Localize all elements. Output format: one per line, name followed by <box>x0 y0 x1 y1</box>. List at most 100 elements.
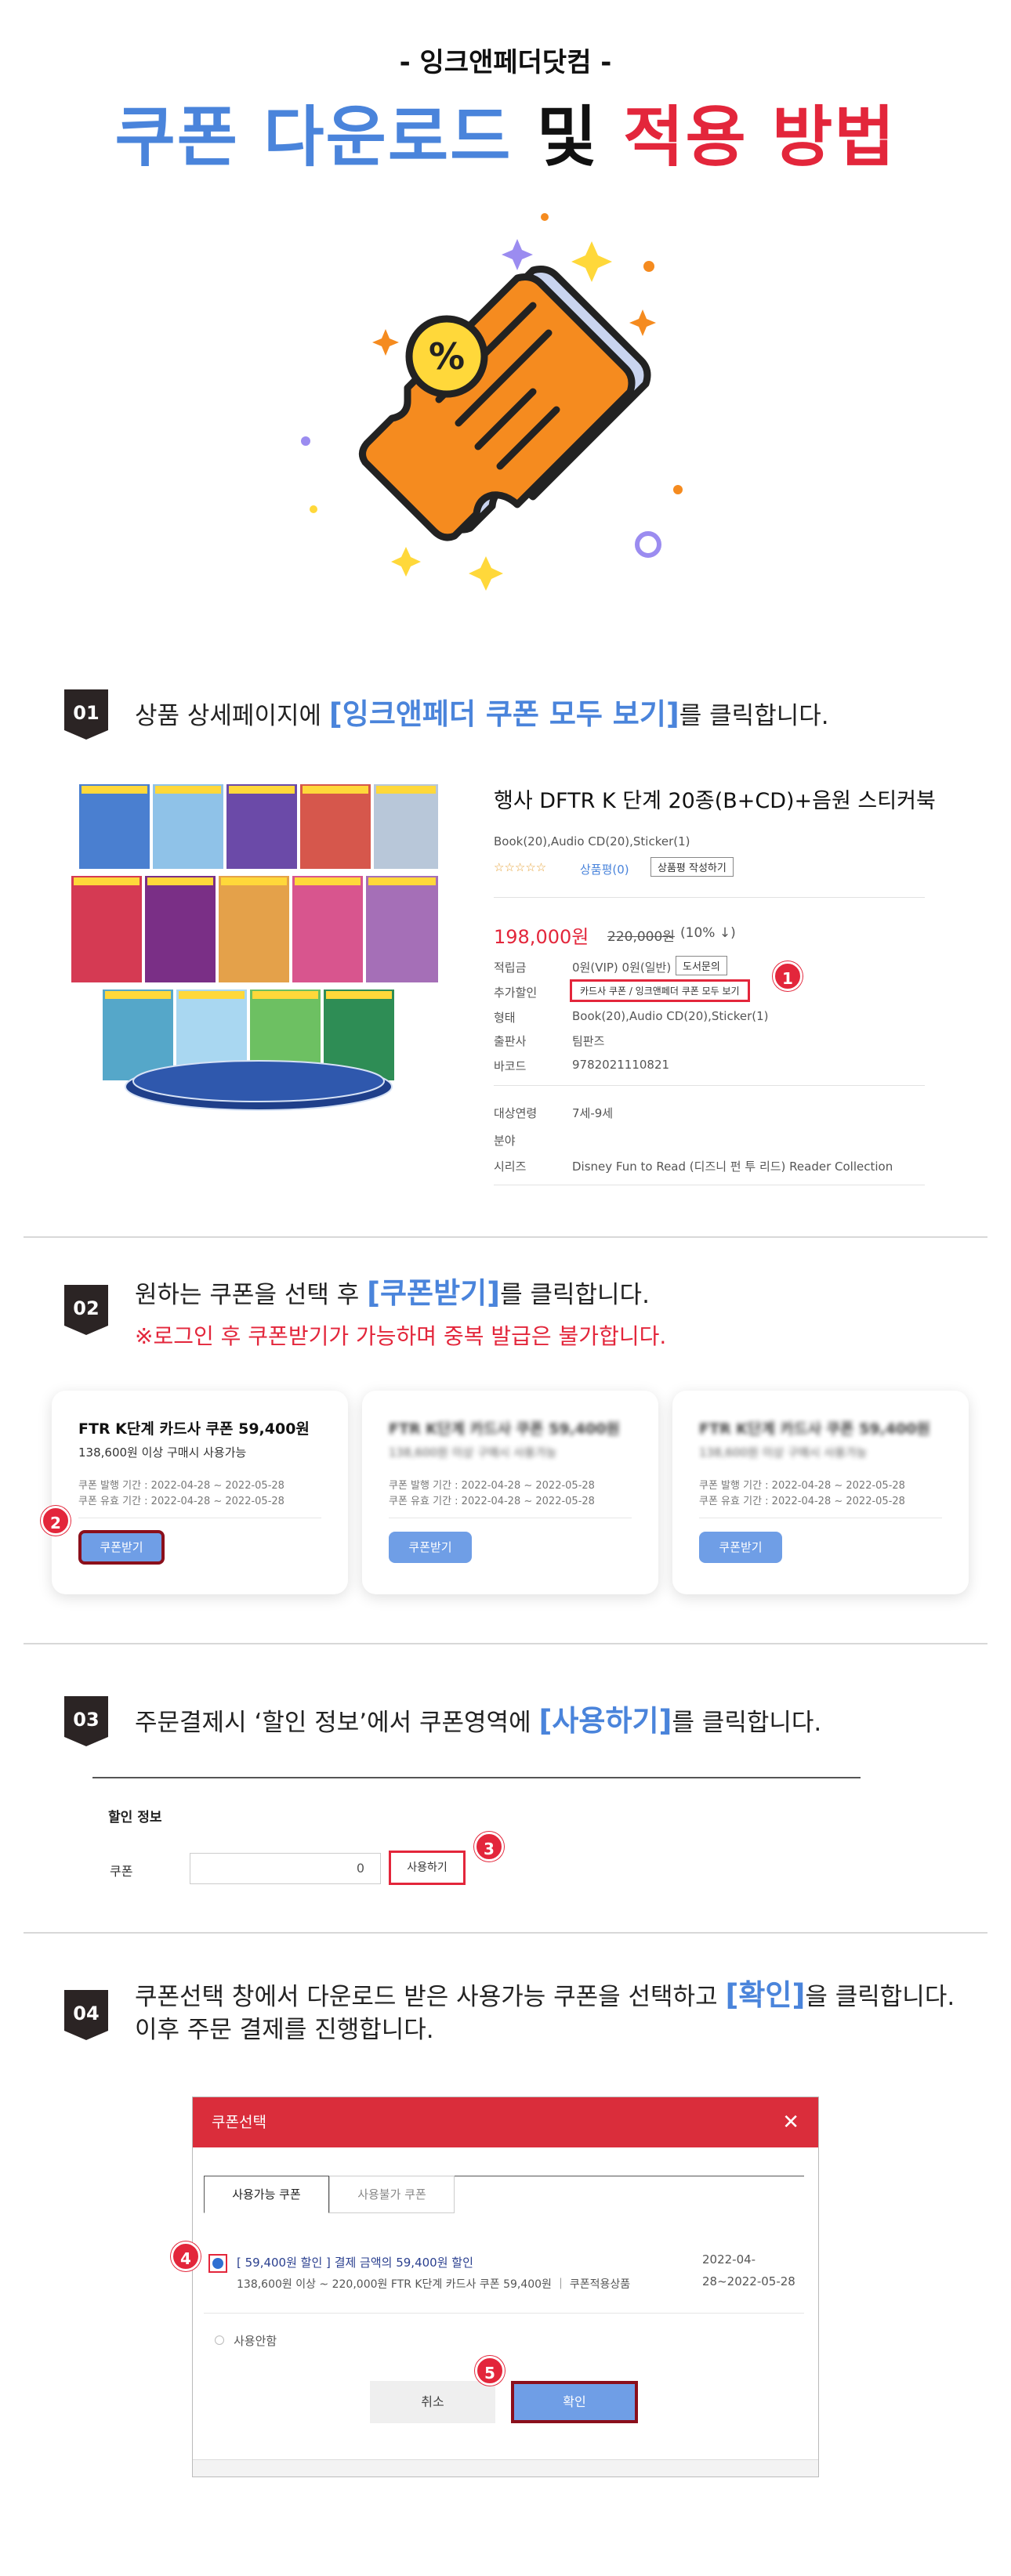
step-01-text-after: 를 클릭합니다. <box>679 702 829 730</box>
get-coupon-button[interactable]: 쿠폰받기 <box>389 1532 472 1563</box>
step-02-text-after: 를 클릭합니다. <box>500 1281 650 1309</box>
step-04-text-line2: 이후 주문 결제를 진행합니다. <box>135 2016 434 2044</box>
svg-text:04: 04 <box>73 2003 99 2024</box>
svg-text:03: 03 <box>73 1709 99 1731</box>
row-publisher: 출판사 팀판즈 <box>494 1034 605 1048</box>
original-price: 220,000원 <box>607 929 675 945</box>
step-04-instruction: 쿠폰선택 창에서 다운로드 받은 사용가능 쿠폰을 선택하고 [확인]을 클릭합… <box>135 1979 955 2013</box>
coupon-issue-period: 쿠폰 발행 기간 : 2022-04-28 ~ 2022-05-28 <box>699 1480 905 1492</box>
step-03-instruction: 주문결제시 ‘할인 정보’에서 쿠폰영역에 [사용하기]를 클릭합니다. <box>135 1705 821 1739</box>
product-price: 198,000원 <box>494 926 589 948</box>
product-spec: Book(20),Audio CD(20),Sticker(1) <box>494 834 690 848</box>
coupon-date-1: 2022-04- <box>702 2252 756 2267</box>
modal-scrollbar[interactable] <box>193 2459 818 2477</box>
row-extra-discount: 추가할인 <box>494 986 538 1000</box>
step-03-text: 주문결제시 ‘할인 정보’에서 쿠폰영역에 <box>135 1709 531 1737</box>
book-inquiry-button[interactable]: 도서문의 <box>676 956 727 975</box>
row-barcode: 바코드 9782021110821 <box>494 1058 670 1073</box>
no-use-radio[interactable] <box>215 2335 224 2345</box>
row-category: 분야 <box>494 1134 516 1148</box>
coupon-card: FTR K단계 카드사 쿠폰 59,400원 138,600원 이상 구매시 사… <box>362 1391 658 1594</box>
use-coupon-button[interactable]: 사용하기 <box>389 1851 466 1885</box>
coupon-valid-period: 쿠폰 유효 기간 : 2022-04-28 ~ 2022-05-28 <box>389 1496 595 1507</box>
step-01-text: 상품 상세페이지에 <box>135 702 322 730</box>
get-coupon-button[interactable]: 쿠폰받기 <box>78 1530 165 1565</box>
modal-header: 쿠폰선택 ✕ <box>193 2097 818 2147</box>
coupon-title: FTR K단계 카드사 쿠폰 59,400원 <box>78 1420 310 1438</box>
coupon-date-2: 28~2022-05-28 <box>702 2274 795 2288</box>
step-03-badge: 03 <box>64 1696 108 1746</box>
tab-unavailable[interactable]: 사용불가 쿠폰 <box>329 2176 455 2213</box>
step-marker-2: 2 <box>41 1506 71 1536</box>
coupon-condition: 138,600원 이상 구매시 사용가능 <box>78 1445 247 1460</box>
step-03-highlight: [사용하기] <box>538 1704 672 1738</box>
coupon-issue-period: 쿠폰 발행 기간 : 2022-04-28 ~ 2022-05-28 <box>389 1480 595 1492</box>
coupon-radio[interactable] <box>212 2258 223 2269</box>
rating-stars-icon: ☆☆☆☆☆ <box>494 860 547 874</box>
no-use-label: 사용안함 <box>234 2334 277 2348</box>
coupon-label: 쿠폰 <box>110 1864 133 1879</box>
step-02-highlight: [쿠폰받기] <box>367 1276 501 1310</box>
view-all-coupons-link[interactable]: 카드사 쿠폰 / 잉크앤페더 쿠폰 모두 보기 <box>570 979 750 1002</box>
step-02-text: 원하는 쿠폰을 선택 후 <box>135 1281 360 1309</box>
step-04-text-after: 을 클릭합니다. <box>805 1983 955 2011</box>
divider <box>204 2313 804 2314</box>
login-warning: ※로그인 후 쿠폰받기가 가능하며 중복 발급은 불가합니다. <box>135 1323 667 1349</box>
confirm-button[interactable]: 확인 <box>511 2381 638 2423</box>
step-04-highlight: [확인] <box>725 1978 806 2012</box>
row-series: 시리즈 Disney Fun to Read (디즈니 펀 투 리드) Reade… <box>494 1160 893 1174</box>
discount-rate: (10% ↓) <box>680 925 736 941</box>
coupon-option[interactable]: [ 59,400원 할인 ] 결제 금액의 59,400원 할인 <box>237 2254 473 2270</box>
page-title: 쿠폰 다운로드 및 적용 방법 <box>0 85 1011 179</box>
step-02-badge: 02 <box>64 1285 108 1335</box>
discount-section-top-border <box>92 1777 861 1778</box>
section-divider <box>24 1932 987 1934</box>
coupon-title: FTR K단계 카드사 쿠폰 59,400원 <box>389 1420 620 1438</box>
review-count-link[interactable]: 상품평(0) <box>580 861 629 877</box>
cancel-button[interactable]: 취소 <box>370 2381 495 2423</box>
step-01-badge: 01 <box>64 689 108 740</box>
brand-title: - 잉크앤페더닷컴 - <box>399 47 612 78</box>
step-04-badge: 04 <box>64 1990 108 2040</box>
step-03-text-after: 를 클릭합니다. <box>672 1709 822 1737</box>
coupon-amount-field[interactable]: 0 <box>190 1853 381 1884</box>
coupon-discount-desc: 결제 금액의 59,400원 할인 <box>334 2256 473 2270</box>
write-review-button[interactable]: 상품평 작성하기 <box>650 857 734 877</box>
row-age: 대상연령 7세-9세 <box>494 1106 614 1120</box>
row-format: 형태 Book(20),Audio CD(20),Sticker(1) <box>494 1009 769 1025</box>
step-marker-3: 3 <box>474 1832 504 1861</box>
product-books-image <box>71 783 440 1111</box>
tab-available[interactable]: 사용가능 쿠폰 <box>204 2176 329 2213</box>
coupon-card: FTR K단계 카드사 쿠폰 59,400원 138,600원 이상 구매시 사… <box>672 1391 969 1594</box>
title-part-2: 및 <box>536 99 599 175</box>
step-01-highlight: [잉크앤페더 쿠폰 모두 보기] <box>328 697 679 731</box>
step-02-instruction: 원하는 쿠폰을 선택 후 [쿠폰받기]를 클릭합니다. <box>135 1277 650 1312</box>
divider <box>494 1085 925 1086</box>
coupon-discount: [ 59,400원 할인 ] <box>237 2256 331 2270</box>
step-01-instruction: 상품 상세페이지에 [잉크앤페더 쿠폰 모두 보기]를 클릭합니다. <box>135 698 829 733</box>
coupon-condition: 138,600원 이상 구매시 사용가능 <box>389 1445 557 1460</box>
coupon-detail: 138,600원 이상 ~ 220,000원 FTR K단계 카드사 쿠폰 59… <box>237 2278 631 2291</box>
svg-text:02: 02 <box>73 1297 99 1319</box>
discount-info-title: 할인 정보 <box>108 1810 162 1825</box>
step-marker-1: 1 <box>773 961 803 991</box>
modal-title: 쿠폰선택 <box>212 2114 266 2131</box>
title-part-3: 적용 방법 <box>623 99 897 175</box>
step-marker-4: 4 <box>171 2241 201 2271</box>
coupon-condition: 138,600원 이상 구매시 사용가능 <box>699 1445 868 1460</box>
svg-text:%: % <box>429 335 465 378</box>
product-name: 행사 DFTR K 단계 20종(B+CD)+음원 스티커북 <box>494 789 936 813</box>
coupon-valid-period: 쿠폰 유효 기간 : 2022-04-28 ~ 2022-05-28 <box>699 1496 905 1507</box>
coupon-card: FTR K단계 카드사 쿠폰 59,400원 138,600원 이상 구매시 사… <box>52 1391 348 1594</box>
close-icon[interactable]: ✕ <box>782 2097 799 2147</box>
section-divider <box>24 1643 987 1644</box>
section-divider <box>24 1236 987 1238</box>
step-marker-5: 5 <box>475 2356 505 2386</box>
coupon-issue-period: 쿠폰 발행 기간 : 2022-04-28 ~ 2022-05-28 <box>78 1480 284 1492</box>
divider <box>494 897 925 898</box>
coupon-select-modal: 쿠폰선택 ✕ 사용가능 쿠폰 사용불가 쿠폰 4 [ 59,400원 할인 ] … <box>171 2097 819 2477</box>
coupon-ticket-icon: % <box>301 213 683 591</box>
step-04-text: 쿠폰선택 창에서 다운로드 받은 사용가능 쿠폰을 선택하고 <box>135 1983 718 2011</box>
get-coupon-button[interactable]: 쿠폰받기 <box>699 1532 782 1563</box>
coupon-title: FTR K단계 카드사 쿠폰 59,400원 <box>699 1420 930 1438</box>
